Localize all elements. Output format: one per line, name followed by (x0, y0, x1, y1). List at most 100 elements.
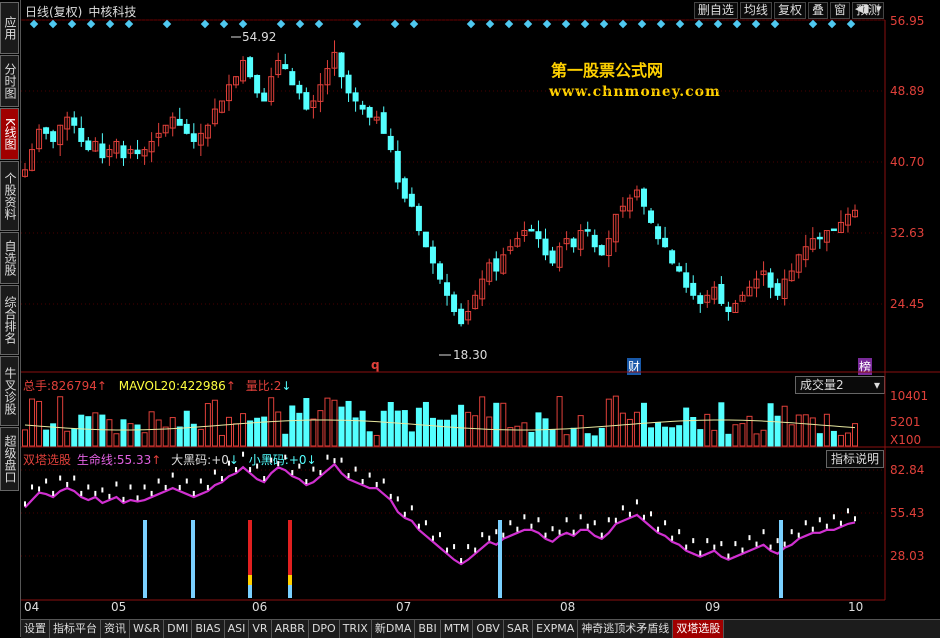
tab-11[interactable]: 新DMA (372, 620, 416, 638)
candle-body (459, 309, 464, 323)
volume-bar (423, 402, 428, 446)
candle-body (452, 295, 457, 312)
candle-body (339, 53, 344, 77)
volume-bar (452, 415, 457, 446)
volume-bar (142, 433, 147, 446)
indicator-tick-mark (151, 491, 153, 496)
volume-bar (768, 404, 773, 446)
tab-10[interactable]: TRIX (340, 620, 372, 638)
indicator-tick-mark (446, 548, 448, 553)
indicator-tick-mark (256, 464, 258, 469)
indicator-tick-mark (587, 524, 589, 529)
volume-bar (691, 418, 696, 446)
tab-15[interactable]: SAR (504, 620, 533, 638)
volume-bar (170, 418, 175, 446)
tab-18[interactable]: 双塔选股 (673, 620, 724, 638)
tab-2[interactable]: 资讯 (101, 620, 130, 638)
tab-9[interactable]: DPO (309, 620, 340, 638)
tab-13[interactable]: MTM (441, 620, 474, 638)
indicator-tick-mark (509, 520, 511, 525)
volume-bar (135, 425, 140, 446)
tab-6[interactable]: ASI (225, 620, 250, 638)
event-diamond (524, 20, 532, 28)
volume-bar (325, 398, 330, 446)
indicator-tick-mark (298, 464, 300, 469)
indicator-tick-mark (552, 526, 554, 531)
volume-bar (726, 434, 731, 446)
indicator-tick-mark (80, 491, 82, 496)
indicator-tick-mark (798, 533, 800, 538)
volume-bar (416, 408, 421, 446)
indicator-tick-mark (530, 524, 532, 529)
candle-body (135, 150, 140, 153)
tab-0[interactable]: 设置 (21, 620, 50, 638)
tab-1[interactable]: 指标平台 (50, 620, 101, 638)
volume-bar (606, 399, 611, 446)
event-diamond (68, 20, 76, 28)
volume-bar (114, 434, 119, 446)
volume-bar (149, 412, 154, 446)
candle-body (416, 206, 421, 230)
indicator-tick-mark (158, 479, 160, 484)
event-diamond (847, 20, 855, 28)
candle-body (290, 72, 295, 85)
indicator-tick-mark (601, 533, 603, 538)
indicator-tick-mark (130, 484, 132, 489)
candle-body (649, 211, 654, 222)
volume-bar (339, 407, 344, 446)
candle-body (121, 146, 126, 158)
tab-4[interactable]: DMI (164, 620, 192, 638)
volume-bar (438, 420, 443, 446)
candle-body (402, 179, 407, 198)
indicator-tick-mark (734, 541, 736, 546)
kline-chart[interactable] (0, 0, 940, 637)
tab-7[interactable]: VR (249, 620, 271, 638)
indicator-tick-mark (643, 515, 645, 520)
volume-bar (698, 430, 703, 446)
event-diamond (87, 20, 95, 28)
indicator-tick-mark (186, 479, 188, 484)
tab-8[interactable]: ARBR (272, 620, 309, 638)
candle-body (726, 307, 731, 311)
volume-bar (290, 406, 295, 446)
tab-5[interactable]: BIAS (192, 620, 224, 638)
tab-14[interactable]: OBV (473, 620, 503, 638)
tab-12[interactable]: BBI (415, 620, 440, 638)
volume-bar (156, 420, 161, 446)
volume-bar (782, 406, 787, 446)
candle-body (550, 251, 555, 263)
tab-17[interactable]: 神奇逃顶术矛盾线 (578, 620, 673, 638)
indicator-tick-mark (692, 538, 694, 543)
volume-bar (445, 420, 450, 446)
indicator-tick-mark (263, 476, 265, 481)
indicator-tick-mark (221, 476, 223, 481)
candle-body (388, 136, 393, 149)
volume-bar (459, 405, 464, 446)
tower-bar (248, 585, 252, 598)
candle-body (44, 128, 49, 134)
candle-body (430, 247, 435, 263)
candle-body (663, 238, 668, 246)
volume-bar (311, 419, 316, 446)
indicator-tick-mark (172, 473, 174, 478)
event-diamond (296, 20, 304, 28)
volume-bar (205, 404, 210, 446)
volume-bar (121, 420, 126, 446)
volume-bar (44, 430, 49, 446)
candle-body (698, 296, 703, 304)
indicator-tick-mark (685, 545, 687, 550)
tab-16[interactable]: EXPMA (533, 620, 578, 638)
indicator-tick-mark (200, 479, 202, 484)
indicator-tick-mark (348, 473, 350, 478)
candle-body (494, 259, 499, 271)
event-diamond (695, 20, 703, 28)
tab-3[interactable]: W&R (130, 620, 164, 638)
candle-body (691, 283, 696, 295)
indicator-tick-mark (594, 520, 596, 525)
volume-bar (557, 397, 562, 446)
candle-body (367, 108, 372, 118)
indicator-tick-mark (45, 479, 47, 484)
indicator-tick-mark (664, 520, 666, 525)
candle-body (445, 283, 450, 296)
volume-bar (430, 418, 435, 446)
